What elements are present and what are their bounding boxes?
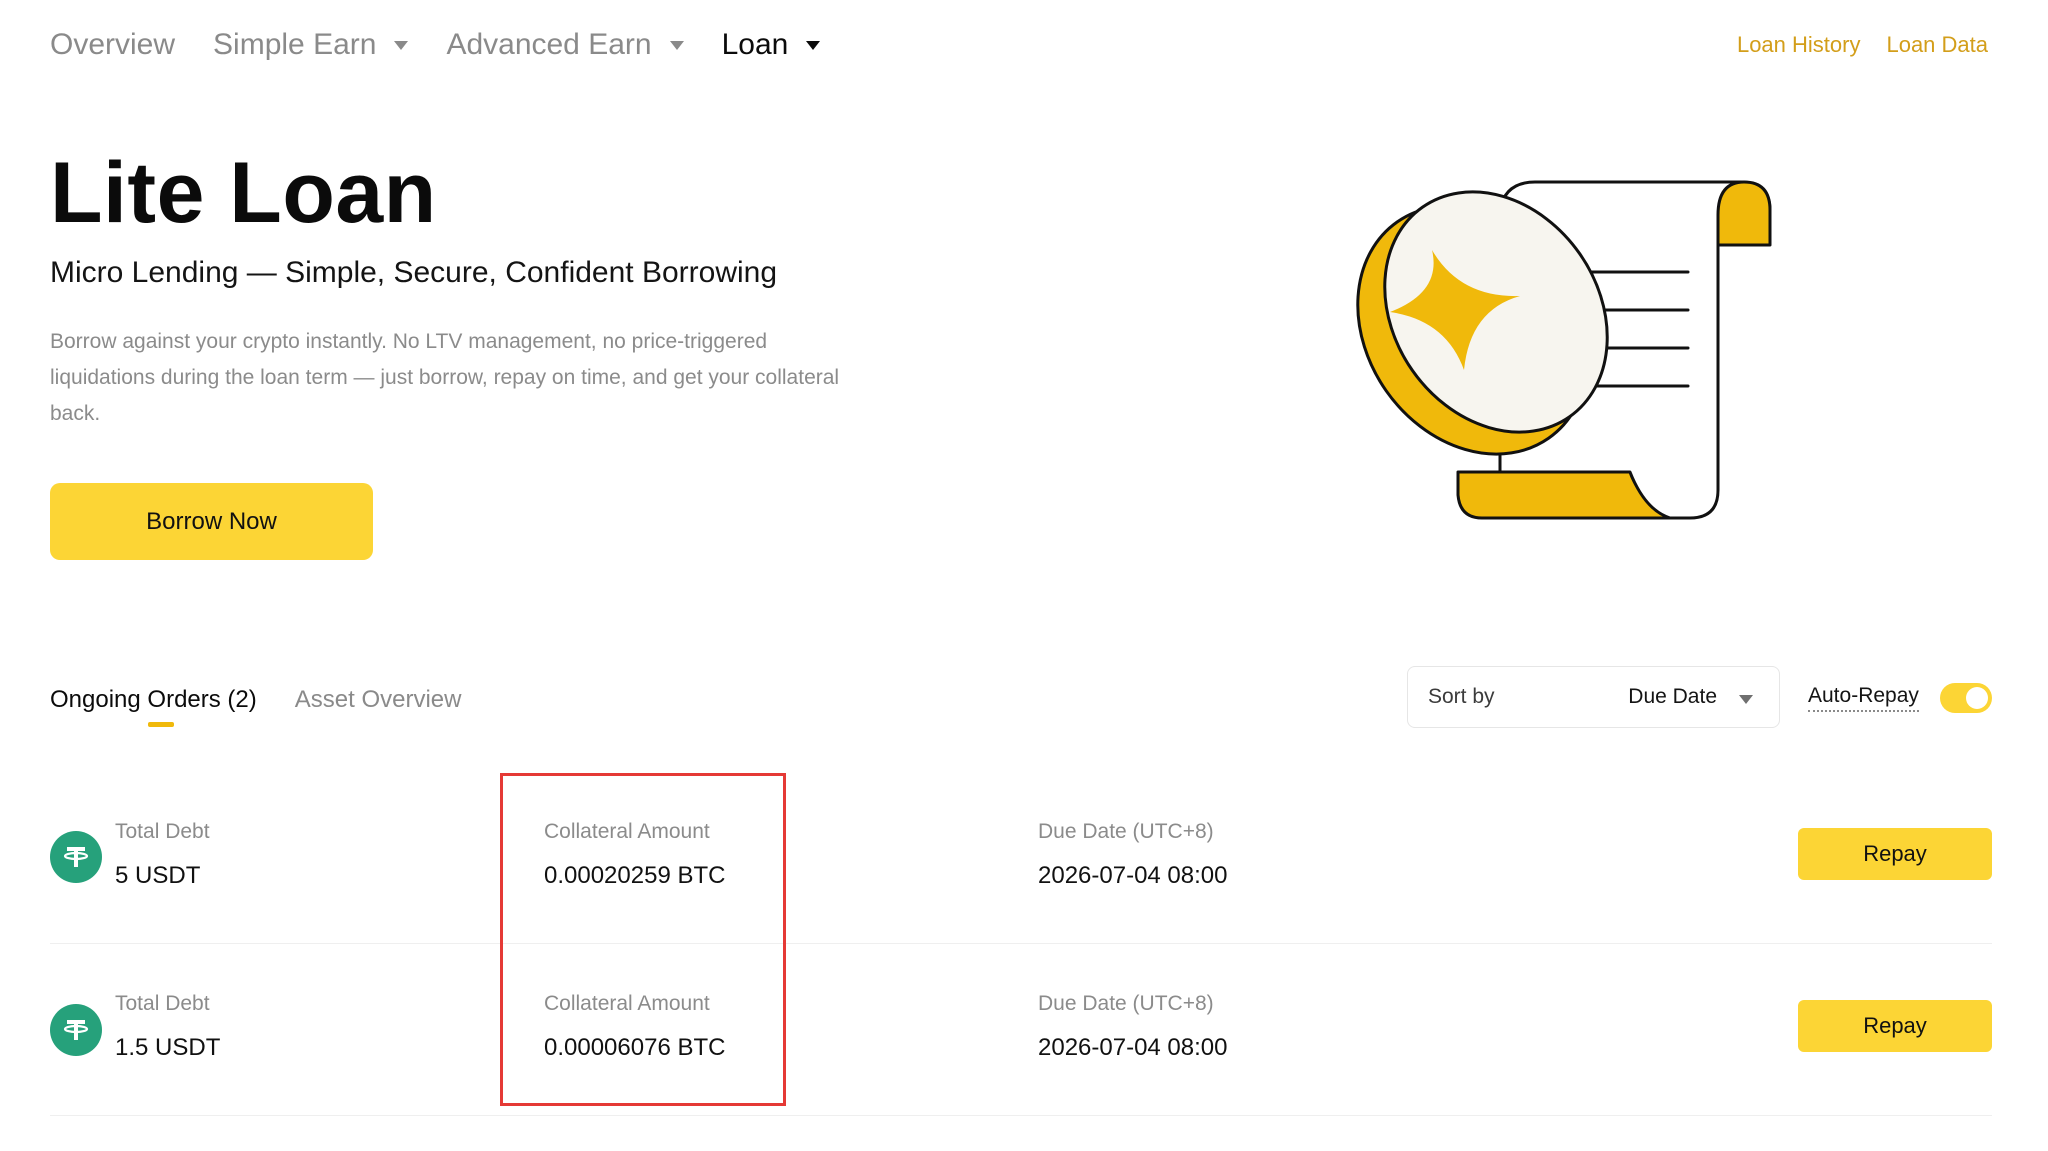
coin-and-scroll-illustration xyxy=(1356,180,1772,520)
collateral-amount-value: 0.00020259 BTC xyxy=(544,862,726,889)
caret-down-icon xyxy=(806,40,821,50)
order-tabs: Ongoing Orders (2) Asset Overview xyxy=(50,680,499,720)
tether-icon xyxy=(50,831,102,883)
page-description: Borrow against your crypto instantly. No… xyxy=(50,330,840,425)
tether-icon xyxy=(50,1004,102,1056)
active-tab-indicator xyxy=(148,722,174,727)
repay-button[interactable]: Repay xyxy=(1798,1000,1992,1052)
nav-item-loan[interactable]: Loan xyxy=(722,28,821,62)
nav-item-label: Advanced Earn xyxy=(446,28,652,61)
auto-repay-toggle[interactable] xyxy=(1940,683,1992,713)
nav-item-simple-earn[interactable]: Simple Earn xyxy=(213,28,409,62)
nav-item-label: Simple Earn xyxy=(213,28,377,61)
page-title: Lite Loan xyxy=(50,145,437,241)
total-debt-label: Total Debt xyxy=(115,992,210,1015)
total-debt-value: 1.5 USDT xyxy=(115,1034,221,1061)
total-debt-label: Total Debt xyxy=(115,820,210,843)
nav-item-overview[interactable]: Overview xyxy=(50,28,175,62)
sort-by-dropdown[interactable]: Sort by Due Date xyxy=(1407,666,1780,728)
collateral-amount-label: Collateral Amount xyxy=(544,992,710,1015)
due-date-label: Due Date (UTC+8) xyxy=(1038,820,1214,843)
order-row: Total Debt 1.5 USDT Collateral Amount 0.… xyxy=(50,944,1992,1116)
nav-links: Loan History Loan Data xyxy=(1711,18,1988,72)
nav-item-label: Overview xyxy=(50,28,176,61)
nav-tabs: Overview Simple Earn Advanced Earn Loan xyxy=(50,18,858,72)
loan-data-link[interactable]: Loan Data xyxy=(1886,32,1988,58)
collateral-amount-value: 0.00006076 BTC xyxy=(544,1034,726,1061)
tab-asset-overview[interactable]: Asset Overview xyxy=(295,686,462,714)
due-date-label: Due Date (UTC+8) xyxy=(1038,992,1214,1015)
lite-loan-page: Overview Simple Earn Advanced Earn Loan … xyxy=(0,0,2048,1151)
loan-history-link[interactable]: Loan History xyxy=(1737,32,1861,58)
caret-down-icon xyxy=(1739,695,1753,704)
borrow-now-button[interactable]: Borrow Now xyxy=(50,483,373,560)
caret-down-icon xyxy=(394,40,409,50)
sort-by-value: Due Date xyxy=(1628,685,1717,708)
repay-button[interactable]: Repay xyxy=(1798,828,1992,880)
nav-item-advanced-earn[interactable]: Advanced Earn xyxy=(446,28,684,62)
caret-down-icon xyxy=(669,40,684,50)
tab-ongoing-orders[interactable]: Ongoing Orders (2) xyxy=(50,686,257,714)
nav-item-label: Loan xyxy=(721,28,789,61)
sort-by-label: Sort by xyxy=(1428,685,1495,708)
order-row: Total Debt 5 USDT Collateral Amount 0.00… xyxy=(50,772,1992,944)
top-nav: Overview Simple Earn Advanced Earn Loan … xyxy=(50,18,1988,72)
due-date-value: 2026-07-04 08:00 xyxy=(1038,862,1228,889)
total-debt-value: 5 USDT xyxy=(115,862,201,889)
collateral-amount-label: Collateral Amount xyxy=(544,820,710,843)
page-subtitle: Micro Lending — Simple, Secure, Confiden… xyxy=(50,256,778,289)
due-date-value: 2026-07-04 08:00 xyxy=(1038,1034,1228,1061)
auto-repay-label[interactable]: Auto-Repay xyxy=(1808,684,1919,712)
toggle-knob xyxy=(1966,687,1988,709)
